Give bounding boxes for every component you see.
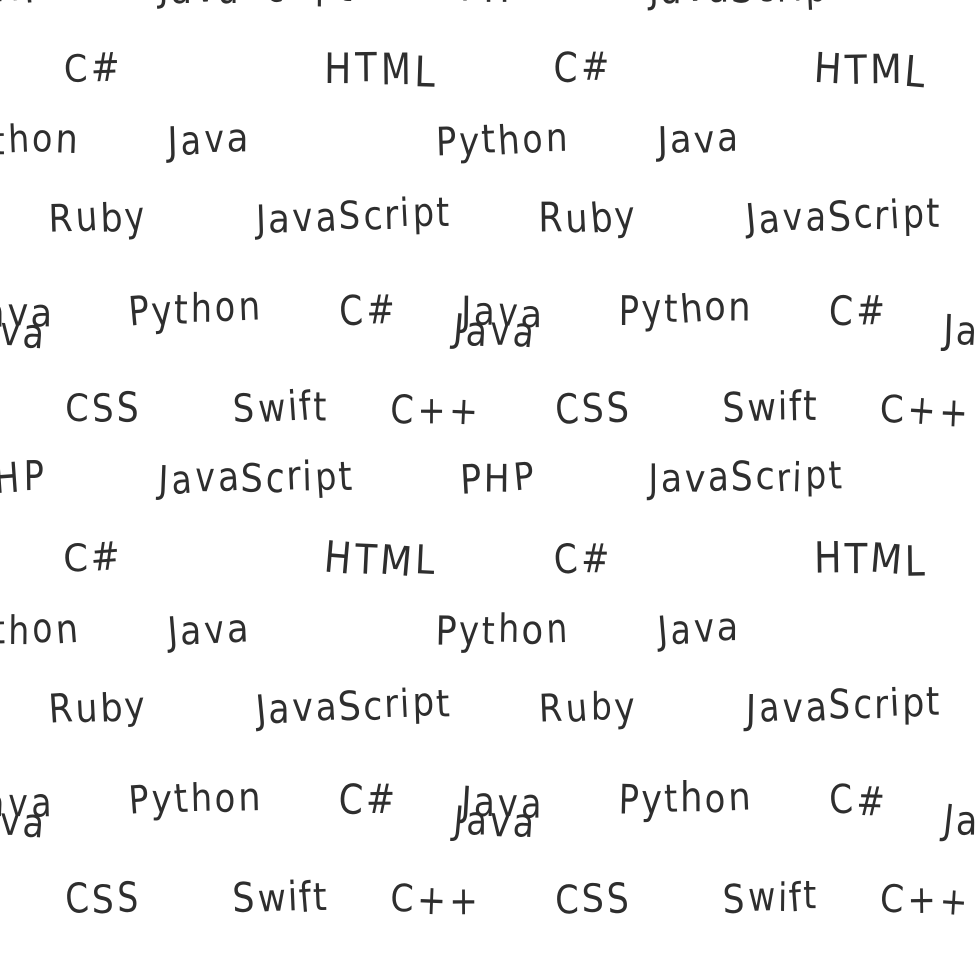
pattern-word-javascript: JavaScript — [255, 188, 451, 242]
seamless-pattern-canvas: PHP JavaScript C# HTML Python Java Ruby JavaScr… — [0, 0, 980, 980]
pattern-word-swift: Swift — [231, 872, 329, 922]
pattern-tile: PHP JavaScript C# HTML Python Java Ruby JavaScr… — [435, 452, 980, 980]
pattern-word-ruby: Ruby — [538, 192, 637, 243]
pattern-word-swift: Swift — [721, 872, 818, 923]
pattern-word-swift: Swift — [721, 381, 818, 432]
pattern-word-csharp: C# — [63, 43, 122, 92]
pattern-tile: PHP JavaScript C# HTML Python Java Ruby JavaScr… — [0, 452, 536, 980]
pattern-word-python: Python — [618, 283, 752, 335]
pattern-word-javascript: JavaScript — [743, 189, 941, 243]
pattern-word-javascript: JavaScript — [157, 452, 354, 504]
pattern-word-cplusplus: C++ — [389, 386, 481, 434]
pattern-word-html: HTML — [324, 44, 436, 98]
pattern-word-csharp: C# — [337, 775, 397, 824]
pattern-word-python: Python — [435, 114, 569, 165]
pattern-word-javascript: JavaScript — [253, 678, 452, 733]
pattern-word-swift: Swift — [232, 382, 328, 432]
pattern-word-cplusplus: C++ — [878, 876, 970, 925]
pattern-word-ruby: Ruby — [47, 192, 148, 242]
pattern-word-csharp: C# — [828, 286, 887, 335]
pattern-word-html: HTML — [813, 533, 926, 587]
pattern-word-python: Python — [0, 115, 80, 164]
pattern-word-php: PHP — [0, 0, 47, 13]
pattern-word-php: PHP — [0, 452, 45, 503]
pattern-word-cplusplus: C++ — [389, 875, 479, 925]
pattern-word-java: Java — [941, 795, 980, 847]
pattern-word-php: PHP — [458, 453, 536, 504]
pattern-word-csharp: C# — [62, 532, 123, 581]
pattern-word-python: Python — [127, 774, 262, 823]
pattern-word-html: HTML — [812, 44, 928, 99]
pattern-word-javascript: JavaScript — [157, 0, 353, 13]
pattern-word-csharp: C# — [337, 286, 396, 336]
pattern-word-javascript: JavaScript — [745, 678, 941, 733]
pattern-word-javascript: JavaScript — [647, 0, 843, 13]
pattern-tile: PHP JavaScript C# HTML Python Java Ruby JavaScr… — [0, 0, 537, 490]
pattern-word-ruby: Ruby — [47, 683, 147, 733]
pattern-word-python: Python — [0, 604, 81, 654]
pattern-word-css: CSS — [553, 383, 630, 434]
pattern-word-javascript: JavaScript — [648, 452, 844, 502]
pattern-word-python: Python — [126, 282, 262, 336]
pattern-word-html: HTML — [322, 532, 436, 587]
pattern-word-css: CSS — [554, 873, 631, 924]
pattern-word-java: Java — [0, 779, 53, 827]
pattern-word-python: Python — [435, 604, 569, 655]
pattern-word-java: Java — [459, 777, 542, 828]
pattern-word-csharp: C# — [827, 775, 886, 826]
pattern-word-csharp: C# — [553, 43, 610, 92]
pattern-word-python: Python — [618, 773, 753, 824]
pattern-word-csharp: C# — [552, 535, 611, 584]
pattern-word-ruby: Ruby — [537, 683, 638, 732]
pattern-word-java: Java — [0, 288, 53, 337]
pattern-tile: PHP JavaScript C# HTML Python Java Ruby JavaScr… — [435, 0, 980, 490]
pattern-word-java: Java — [165, 605, 250, 655]
pattern-word-java: Java — [655, 604, 739, 654]
pattern-word-css: CSS — [63, 873, 139, 923]
pattern-word-css: CSS — [64, 383, 140, 432]
pattern-word-java: Java — [166, 115, 249, 165]
pattern-word-php: PHP — [459, 0, 536, 12]
pattern-word-cplusplus: C++ — [879, 384, 970, 437]
pattern-word-java: Java — [942, 306, 980, 355]
pattern-word-java: Java — [460, 287, 543, 337]
pattern-word-java: Java — [656, 114, 738, 164]
